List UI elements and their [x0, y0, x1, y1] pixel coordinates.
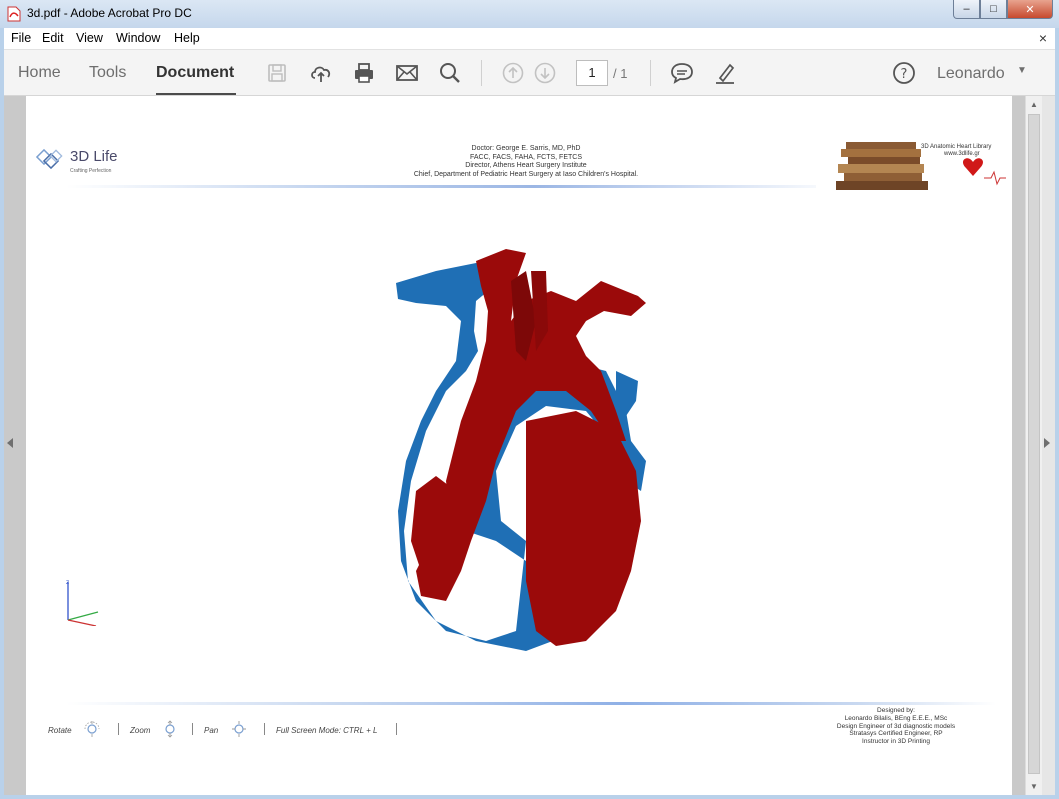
designer-line: Stratasys Certified Engineer, RP [849, 730, 943, 738]
logo-name: 3D Life [70, 148, 118, 165]
designer-line: Instructor in 3D Printing [862, 738, 930, 746]
library-title: 3D Anatomic Heart Library [921, 144, 992, 150]
acrobat-window: 3d.pdf - Adobe Acrobat Pro DC – □ ✕ File… [0, 0, 1059, 799]
pan-label: Pan [204, 726, 219, 735]
menu-help[interactable]: Help [174, 31, 200, 45]
designer-line: Design Engineer of 3d diagnostic models [836, 722, 956, 730]
doctor-line: Director, Athens Heart Surgery Institute [465, 162, 587, 170]
menu-view[interactable]: View [76, 31, 103, 45]
menu-bar: File Edit View Window Help × [4, 28, 1055, 50]
comment-icon[interactable] [669, 60, 695, 86]
3d-axes-indicator: z [62, 576, 102, 627]
3d-heart-model[interactable] [376, 241, 656, 661]
doctor-line: Chief, Department of Pediatric Heart Sur… [413, 170, 639, 178]
menu-window[interactable]: Window [116, 31, 160, 45]
page-up-icon[interactable] [500, 60, 526, 86]
save-icon[interactable] [264, 60, 290, 86]
search-icon[interactable] [437, 60, 463, 86]
page-number-input[interactable]: 1 [576, 60, 608, 86]
page-total: / 1 [613, 66, 628, 81]
footer-divider [66, 702, 996, 705]
highlight-icon[interactable] [712, 60, 738, 86]
doctor-info: Doctor: George E. Sarris, MD, PhD FACC, … [366, 145, 686, 179]
control-separator [118, 723, 119, 735]
designer-credits: Designed by: Leonardo Bilalis, BEng E.E.… [826, 707, 966, 746]
zoom-label: Zoom [130, 726, 151, 735]
pdf-file-icon [6, 6, 22, 22]
active-tab-indicator [156, 93, 236, 95]
header-divider [66, 185, 846, 188]
user-account-menu[interactable]: Leonardo [937, 65, 1005, 83]
3dlife-logo-icon [35, 148, 66, 179]
vertical-scrollbar[interactable]: ▲ ▼ [1025, 96, 1042, 795]
upload-icon[interactable] [308, 60, 334, 86]
axis-label-z: z [66, 579, 69, 586]
scroll-down-icon[interactable]: ▼ [1030, 782, 1038, 791]
menu-edit[interactable]: Edit [42, 31, 64, 45]
menu-file[interactable]: File [11, 31, 31, 45]
rotate-label: Rotate [48, 726, 72, 735]
pdf-page: 3D Life Crafting Perfection Doctor: Geor… [26, 96, 1012, 795]
control-separator [396, 723, 397, 735]
doctor-line: Doctor: George E. Sarris, MD, PhD [471, 145, 581, 152]
main-toolbar: Home Tools Document 1 / 1 ? Leonardo ▼ [4, 50, 1055, 96]
control-separator [264, 723, 265, 735]
chevron-down-icon[interactable]: ▼ [1017, 65, 1027, 76]
toolbar-separator [650, 60, 651, 86]
email-icon[interactable] [394, 60, 420, 86]
scroll-up-icon[interactable]: ▲ [1030, 100, 1038, 109]
expand-left-panel-icon[interactable] [7, 438, 13, 448]
designer-line: Designed by: [877, 707, 915, 714]
control-separator [192, 723, 193, 735]
doctor-line: FACC, FACS, FAHA, FCTS, FETCS [469, 153, 582, 161]
tab-tools[interactable]: Tools [89, 64, 126, 82]
window-controls: – □ ✕ [953, 0, 1053, 20]
rotate-icon[interactable] [84, 720, 100, 738]
document-viewport: 3D Life Crafting Perfection Doctor: Geor… [4, 96, 1055, 795]
designer-line: Leonardo Bilalis, BEng E.E.E., MSc [844, 714, 948, 722]
pan-icon[interactable] [231, 720, 247, 738]
window-title: 3d.pdf - Adobe Acrobat Pro DC [27, 6, 192, 20]
full-screen-hint: Full Screen Mode: CTRL + L [276, 726, 378, 735]
help-icon[interactable]: ? [891, 60, 917, 86]
library-url: www.3dlife.gr [944, 151, 980, 157]
scrollbar-thumb[interactable] [1028, 114, 1040, 774]
close-document-button[interactable]: × [1039, 30, 1047, 46]
tab-home[interactable]: Home [18, 64, 61, 82]
print-icon[interactable] [351, 60, 377, 86]
page-right-margin [1012, 96, 1025, 795]
svg-text:?: ? [901, 67, 908, 82]
minimize-button[interactable]: – [953, 0, 980, 19]
tab-document[interactable]: Document [156, 64, 234, 82]
title-bar: 3d.pdf - Adobe Acrobat Pro DC – □ ✕ [0, 0, 1059, 28]
zoom-icon[interactable] [162, 720, 178, 738]
toolbar-separator [481, 60, 482, 86]
expand-right-panel-icon[interactable] [1044, 438, 1050, 448]
logo-tagline: Crafting Perfection [70, 168, 112, 174]
close-button[interactable]: ✕ [1007, 0, 1053, 19]
page-down-icon[interactable] [532, 60, 558, 86]
maximize-button[interactable]: □ [980, 0, 1007, 19]
